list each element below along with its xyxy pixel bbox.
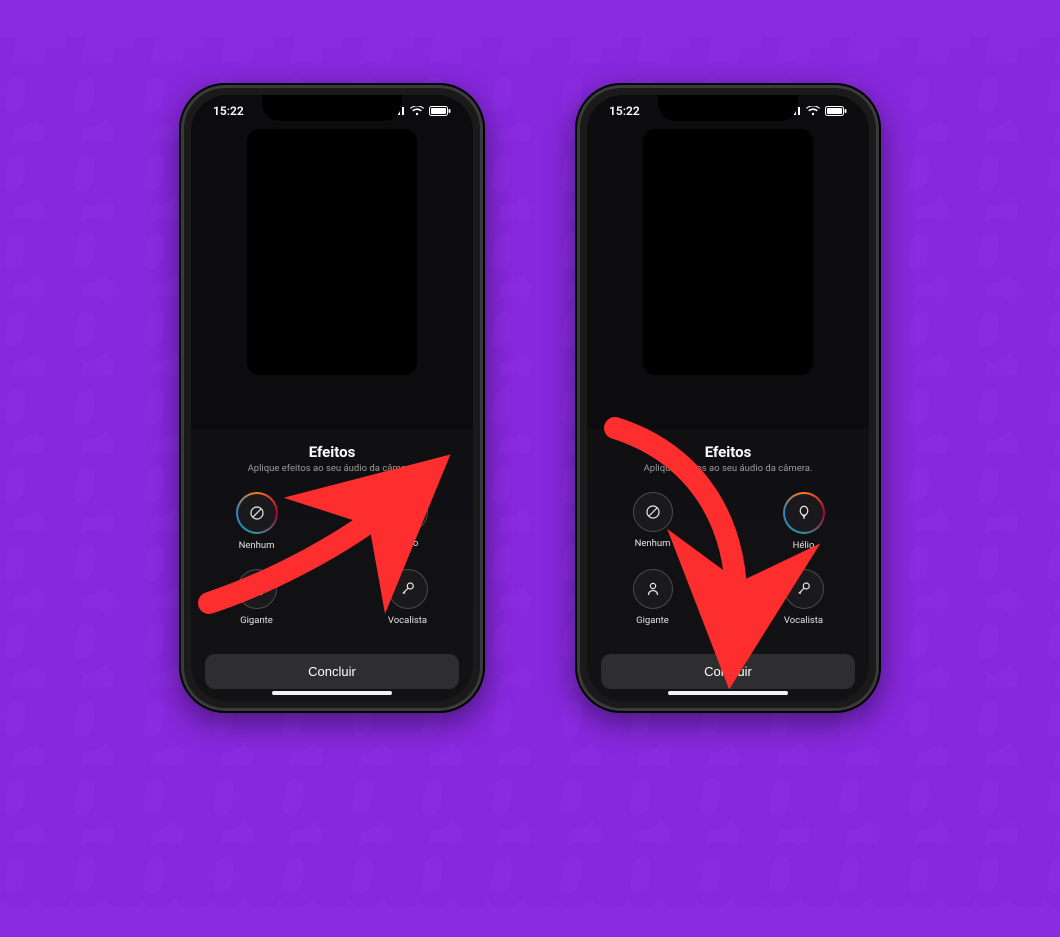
effect-label: Hélio	[793, 540, 815, 551]
effects-panel: Efeitos Aplique efeitos ao seu áudio da …	[587, 429, 869, 701]
effect-gigante[interactable]: Gigante	[237, 569, 277, 628]
left-phone-wrap: 15:22 Efeitos Aplique efeitos ao seu áud…	[179, 83, 485, 713]
video-preview	[643, 129, 813, 375]
right-phone: 15:22 Efeitos Aplique efeitos ao seu áud…	[575, 83, 881, 713]
mic-icon	[388, 569, 428, 609]
home-indicator[interactable]	[272, 691, 392, 695]
wifi-icon	[410, 106, 424, 116]
video-preview-area	[587, 95, 869, 429]
battery-icon	[429, 106, 451, 116]
effect-label: Vocalista	[784, 615, 823, 626]
effect-gigante[interactable]: Gigante	[633, 569, 673, 628]
effect-vocalista[interactable]: Vocalista	[388, 569, 428, 628]
video-preview	[247, 129, 417, 375]
right-phone-screen: 15:22 Efeitos Aplique efeitos ao seu áud…	[587, 95, 869, 701]
concluir-button[interactable]: Concluir	[205, 654, 459, 689]
giant-icon	[633, 569, 673, 609]
panel-title: Efeitos	[205, 443, 459, 461]
none-icon	[236, 492, 278, 534]
status-time: 15:22	[609, 104, 640, 118]
mic-icon	[784, 569, 824, 609]
left-phone: 15:22 Efeitos Aplique efeitos ao seu áud…	[179, 83, 485, 713]
effect-label: Gigante	[240, 615, 273, 626]
effect-vocalista[interactable]: Vocalista	[784, 569, 824, 628]
effect-label: Nenhum	[635, 538, 671, 549]
notch	[262, 95, 402, 121]
panel-title: Efeitos	[601, 443, 855, 461]
video-preview-area	[191, 95, 473, 429]
panel-subtitle: Aplique efeitos ao seu áudio da câmera.	[205, 463, 459, 474]
effect-label: Hélio	[397, 538, 419, 549]
balloon-icon	[388, 492, 428, 532]
effect-nenhum[interactable]: Nenhum	[633, 492, 673, 551]
status-time: 15:22	[213, 104, 244, 118]
effect-helio[interactable]: Hélio	[783, 492, 825, 551]
none-icon	[633, 492, 673, 532]
effects-panel: Efeitos Aplique efeitos ao seu áudio da …	[191, 429, 473, 701]
panel-subtitle: Aplique efeitos ao seu áudio da câmera.	[601, 463, 855, 474]
effect-label: Gigante	[636, 615, 669, 626]
battery-icon	[825, 106, 847, 116]
home-indicator[interactable]	[668, 691, 788, 695]
effects-grid: Nenhum Hélio	[205, 488, 459, 630]
concluir-button[interactable]: Concluir	[601, 654, 855, 689]
right-phone-wrap: 15:22 Efeitos Aplique efeitos ao seu áud…	[575, 83, 881, 713]
notch	[658, 95, 798, 121]
effect-nenhum[interactable]: Nenhum	[236, 492, 278, 551]
effect-helio[interactable]: Hélio	[388, 492, 428, 551]
giant-icon	[237, 569, 277, 609]
left-phone-screen: 15:22 Efeitos Aplique efeitos ao seu áud…	[191, 95, 473, 701]
balloon-icon	[783, 492, 825, 534]
effects-grid: Nenhum Hélio	[601, 488, 855, 630]
effect-label: Vocalista	[388, 615, 427, 626]
wifi-icon	[806, 106, 820, 116]
effect-label: Nenhum	[239, 540, 275, 551]
